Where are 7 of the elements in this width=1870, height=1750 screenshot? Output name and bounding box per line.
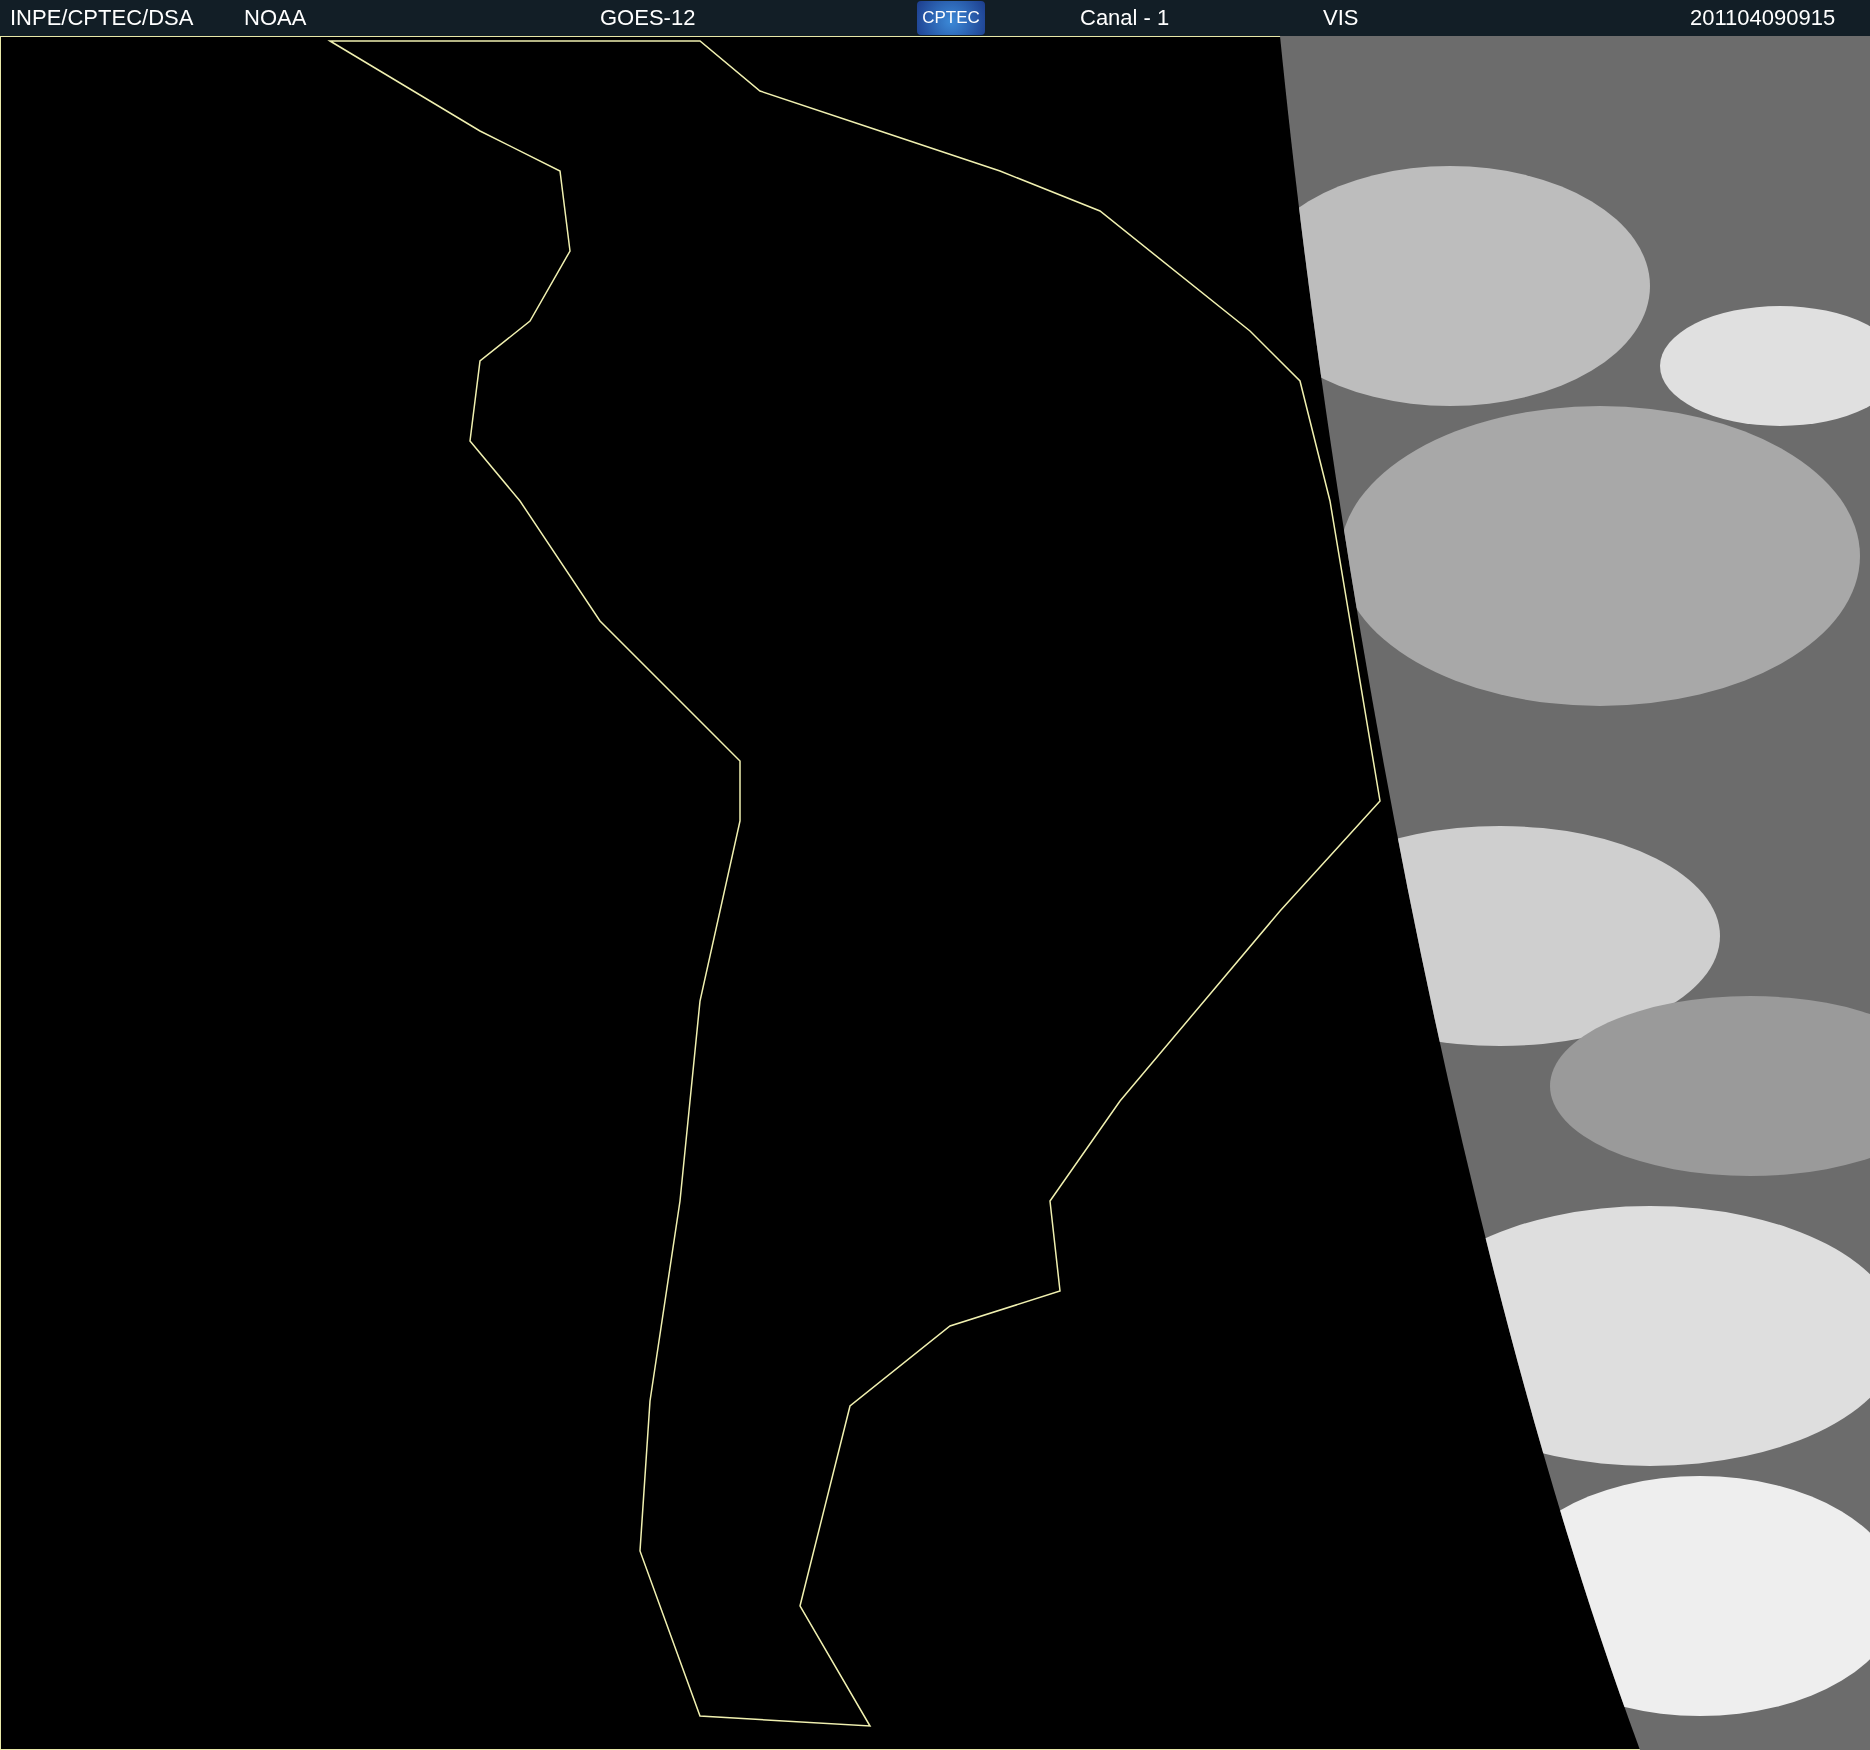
header-label: Canal - 1 [1080,5,1170,31]
header-label: NOAA [244,5,307,31]
header-label: GOES-12 [600,5,696,31]
header-label: 201104090915 [1690,5,1836,31]
header-label: VIS [1323,5,1359,31]
logo: CPTEC [917,1,985,35]
header-label: INPE/CPTEC/DSA [10,5,194,31]
